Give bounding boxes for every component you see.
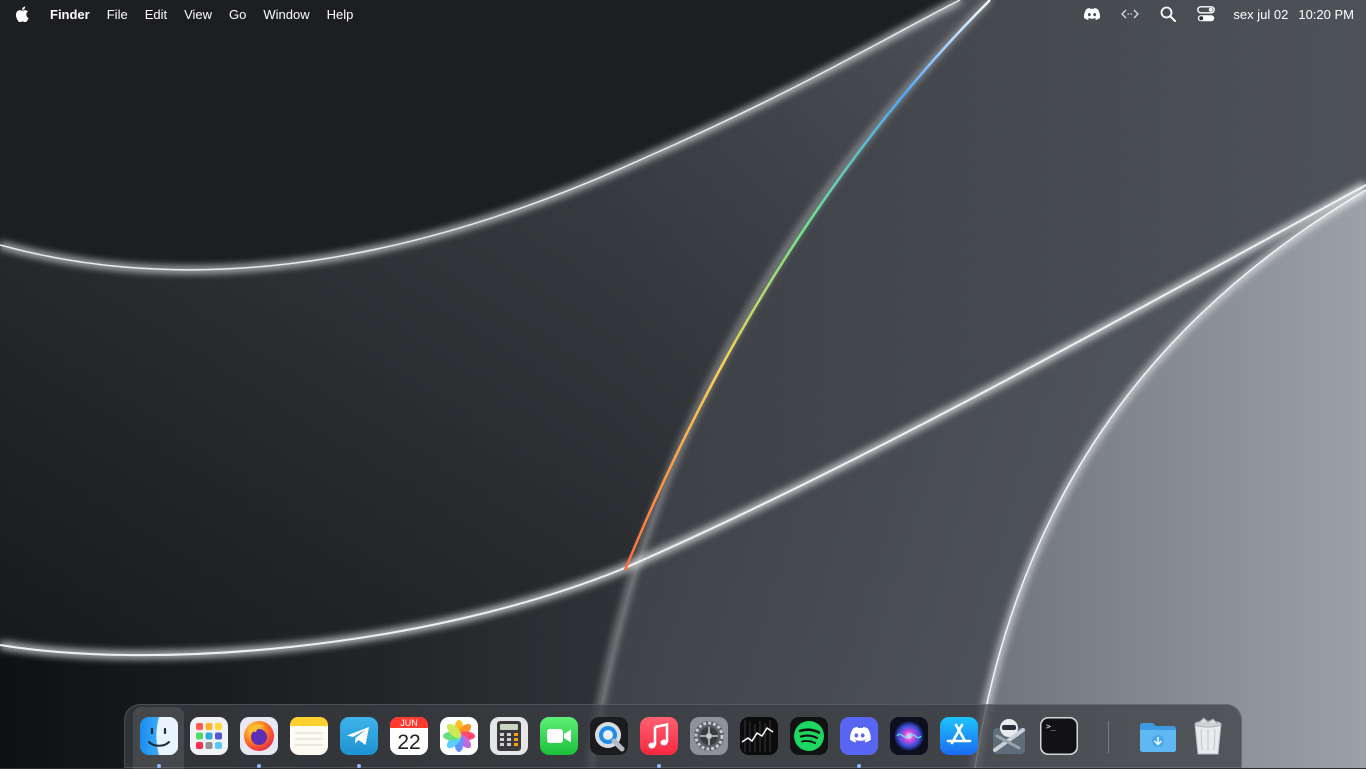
running-indicator-telegram [357,764,361,768]
dock-separator [1108,721,1109,753]
discord-status-icon[interactable] [1081,3,1103,25]
stocks-icon [740,717,778,755]
gear-icon [690,717,728,755]
dock-terminal[interactable]: >_ [1039,716,1079,756]
menu-app-name[interactable]: Finder [50,7,90,22]
dock-spotify[interactable] [789,716,829,756]
launchpad-icon [190,717,228,755]
dock: JUN 22 >_ [124,704,1242,769]
code-brackets-icon[interactable] [1119,3,1141,25]
notes-icon [290,717,328,755]
menu-file[interactable]: File [107,7,128,22]
trash-icon [1194,717,1222,755]
dock-calendar[interactable]: JUN 22 [389,716,429,756]
terminal-icon: >_ [1040,717,1078,755]
quicktime-icon [590,717,628,755]
spotlight-search-icon[interactable] [1157,3,1179,25]
dock-trash[interactable] [1188,716,1228,756]
calendar-month-label: JUN [400,718,418,728]
control-center-icon[interactable] [1195,3,1217,25]
menubar-time[interactable]: 10:20 PM [1298,7,1354,22]
photos-icon [440,717,478,755]
spotify-icon [790,717,828,755]
facetime-icon [540,717,578,755]
dock-notes[interactable] [289,716,329,756]
running-indicator-music [657,764,661,768]
firefox-icon [240,717,278,755]
dock-siri[interactable] [889,716,929,756]
dock-stocks[interactable] [739,716,779,756]
finder-icon [140,717,178,755]
calendar-icon: JUN 22 [390,717,428,755]
dock-quicktime[interactable] [589,716,629,756]
dock-launchpad[interactable] [189,716,229,756]
dock-app-store[interactable] [939,716,979,756]
music-icon [640,717,678,755]
dock-firefox[interactable] [239,716,279,756]
menu-edit[interactable]: Edit [145,7,167,22]
discord-icon [840,717,878,755]
calculator-icon [490,717,528,755]
telegram-icon [340,717,378,755]
menubar-date[interactable]: sex jul 02 [1233,7,1288,22]
running-indicator-discord [857,764,861,768]
menu-bar: Finder File Edit View Go Window Help sex… [0,0,1366,28]
automator-icon [993,719,1025,754]
dock-system-preferences[interactable] [689,716,729,756]
menu-help[interactable]: Help [327,7,354,22]
dock-finder[interactable] [139,716,179,756]
dock-automator[interactable] [989,716,1029,756]
dock-calculator[interactable] [489,716,529,756]
siri-icon [890,717,928,755]
menu-go[interactable]: Go [229,7,246,22]
running-indicator-firefox [257,764,261,768]
apple-menu-icon[interactable] [12,4,32,24]
app-store-icon [940,717,978,755]
desktop-wallpaper [0,0,1366,768]
dock-discord[interactable] [839,716,879,756]
dock-facetime[interactable] [539,716,579,756]
running-indicator-finder [157,764,161,768]
dock-photos[interactable] [439,716,479,756]
terminal-prompt: >_ [1046,722,1056,731]
dock-telegram[interactable] [339,716,379,756]
calendar-day-label: 22 [397,731,420,754]
dock-downloads-folder[interactable] [1138,716,1178,756]
menu-view[interactable]: View [184,7,212,22]
downloads-folder-icon [1140,723,1176,752]
menu-window[interactable]: Window [263,7,309,22]
dock-music[interactable] [639,716,679,756]
